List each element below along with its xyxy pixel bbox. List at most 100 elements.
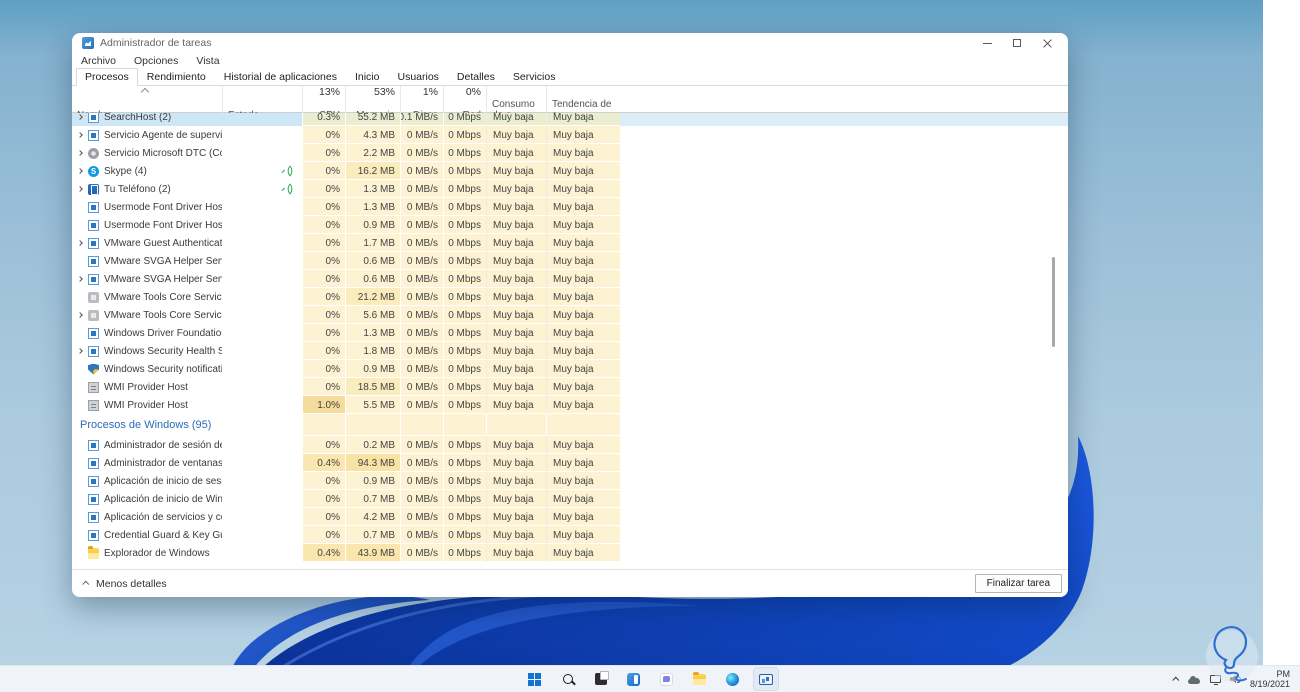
tab-inicio[interactable]: Inicio xyxy=(346,68,389,85)
expand-chevron-icon[interactable] xyxy=(77,276,83,282)
expand-chevron-icon[interactable] xyxy=(77,186,83,192)
app-process-icon xyxy=(88,219,99,231)
table-row[interactable]: Administrador de ventanas del ... 0.4%94.… xyxy=(72,454,1068,472)
task-manager-button[interactable] xyxy=(752,667,779,691)
clock-time: PM xyxy=(1276,669,1291,679)
table-row[interactable]: Skype (4)0%16.2 MB0 MB/s0 MbpsMuy bajaMu… xyxy=(72,162,1068,180)
table-row[interactable]: Windows Driver Foundation - pr... 0%1.3 M… xyxy=(72,324,1068,342)
table-row[interactable]: VMware SVGA Helper Service 0%0.6 MB0 MB/s… xyxy=(72,252,1068,270)
table-row[interactable]: VMware Tools Core Service 0% 5.6 MB 0 MB/s 0… xyxy=(72,306,1068,324)
table-row[interactable]: Usermode Font Driver Host 0% 1.3 MB 0 MB/s 0… xyxy=(72,198,1068,216)
red-cell: 0 Mbps xyxy=(443,126,486,144)
explorer-button[interactable] xyxy=(687,667,713,691)
process-name-cell: Aplicación de servicios y contro... xyxy=(72,508,222,526)
table-row[interactable]: Servicio Microsoft DTC (Coordin... 0%2.2 … xyxy=(72,144,1068,162)
expand-chevron-icon[interactable] xyxy=(77,312,83,318)
title-bar[interactable]: Administrador de tareas xyxy=(72,33,1068,53)
tray-chevron-up-icon[interactable] xyxy=(1172,676,1180,684)
expand-chevron-icon[interactable] xyxy=(77,114,83,120)
table-row[interactable]: Aplicación de inicio de Windows0%0.7 MB0… xyxy=(72,490,1068,508)
expand-chevron-icon[interactable] xyxy=(77,168,83,174)
menu-vista[interactable]: Vista xyxy=(196,55,219,67)
process-group-header[interactable]: Procesos de Windows (95) xyxy=(72,414,1068,436)
start-button[interactable] xyxy=(522,667,548,691)
network-icon[interactable] xyxy=(1209,675,1221,685)
task-view-button[interactable] xyxy=(588,667,614,691)
end-task-button[interactable]: Finalizar tarea xyxy=(974,574,1062,593)
table-row[interactable]: Servicio Agente de supervisión ... 0%4.3 … xyxy=(72,126,1068,144)
task-manager-window: Administrador de tareas Archivo Opciones… xyxy=(72,33,1068,597)
cpu-cell: 0.3% xyxy=(302,113,345,126)
tab-servicios[interactable]: Servicios xyxy=(504,68,565,85)
table-row[interactable]: Windows Security Health Service0%1.8 MB0… xyxy=(72,342,1068,360)
clock[interactable]: PM 8/19/2021 xyxy=(1250,669,1294,689)
estado-cell xyxy=(222,490,302,508)
app-process-icon xyxy=(88,129,99,141)
table-row[interactable]: VMware Guest Authentication S... 0%1.7 MB… xyxy=(72,234,1068,252)
cpu-cell: 0% xyxy=(302,324,345,342)
estado-cell xyxy=(222,526,302,544)
expand-chevron-icon[interactable] xyxy=(77,132,83,138)
volume-icon[interactable] xyxy=(1229,675,1241,683)
table-row[interactable]: WMI Provider Host 0% 18.5 MB 0 MB/s 0 Mbps Mu… xyxy=(72,378,1068,396)
memoria-cell: 0.7 MB xyxy=(345,526,400,544)
table-row[interactable]: Windows Security notification i... 0%0.9 … xyxy=(72,360,1068,378)
table-row[interactable]: Credential Guard & Key Guard 0%0.7 MB0 MB… xyxy=(72,526,1068,544)
menu-opciones[interactable]: Opciones xyxy=(134,55,178,67)
task-view-icon xyxy=(594,671,609,685)
estado-cell xyxy=(222,472,302,490)
memoria-cell: 0.9 MB xyxy=(345,216,400,234)
tendencia-cell: Muy baja xyxy=(546,378,620,396)
table-row[interactable]: Aplicación de inicio de sesión d... 0%0.9… xyxy=(72,472,1068,490)
edge-button[interactable] xyxy=(720,667,746,691)
table-row[interactable]: VMware SVGA Helper Service 0%0.6 MB0 MB/s… xyxy=(72,270,1068,288)
tab-historial-de-aplicaciones[interactable]: Historial de aplicaciones xyxy=(215,68,346,85)
minimize-button[interactable] xyxy=(972,34,1002,52)
table-row[interactable]: Aplicación de servicios y contro... 0%4.2… xyxy=(72,508,1068,526)
process-name-cell: Administrador de ventanas del ... xyxy=(72,454,222,472)
consumo-cell: Muy baja xyxy=(486,306,546,324)
table-row[interactable]: Administrador de sesión de Win... 0%0.2 M… xyxy=(72,436,1068,454)
table-row[interactable]: Usermode Font Driver Host 0% 0.9 MB 0 MB/s 0… xyxy=(72,216,1068,234)
estado-cell xyxy=(222,360,302,378)
tab-detalles[interactable]: Detalles xyxy=(448,68,504,85)
cpu-cell: 0% xyxy=(302,436,345,454)
app-process-icon xyxy=(88,237,99,249)
cpu-cell: 0.4% xyxy=(302,454,345,472)
table-row[interactable]: WMI Provider Host 1.0% 5.5 MB 0 MB/s 0 Mbps M… xyxy=(72,396,1068,414)
search-button[interactable] xyxy=(555,667,581,691)
disco-cell: 0 MB/s xyxy=(400,396,443,414)
process-name-cell: Explorador de Windows xyxy=(72,544,222,562)
table-row[interactable]: SearchHost (2) 0.3% 55.2 MB 0.1 MB/s 0 Mbps M… xyxy=(72,113,1068,126)
scrollbar-thumb[interactable] xyxy=(1052,257,1055,347)
table-row[interactable]: Explorador de Windows 0.4% 43.9 MB 0 MB/s 0 … xyxy=(72,544,1068,562)
widgets-button[interactable] xyxy=(621,667,647,691)
table-row[interactable]: VMware Tools Core Service 0% 21.2 MB 0 MB/s… xyxy=(72,288,1068,306)
chat-button[interactable] xyxy=(654,667,680,691)
memoria-cell: 4.2 MB xyxy=(345,508,400,526)
cpu-cell: 0% xyxy=(302,216,345,234)
cpu-cell: 0% xyxy=(302,378,345,396)
tendencia-cell: Muy baja xyxy=(546,162,620,180)
tendencia-cell: Muy baja xyxy=(546,454,620,472)
expand-chevron-icon[interactable] xyxy=(77,348,83,354)
tab-procesos[interactable]: Procesos xyxy=(76,68,138,86)
less-details-toggle[interactable]: Menos detalles xyxy=(82,578,167,590)
tendencia-cell: Muy baja xyxy=(546,234,620,252)
consumo-cell: Muy baja xyxy=(486,144,546,162)
consumo-cell: Muy baja xyxy=(486,472,546,490)
expand-chevron-icon[interactable] xyxy=(77,240,83,246)
process-name-cell: VMware SVGA Helper Service xyxy=(72,252,222,270)
tab-rendimiento[interactable]: Rendimiento xyxy=(138,68,215,85)
menu-archivo[interactable]: Archivo xyxy=(81,55,116,67)
tab-usuarios[interactable]: Usuarios xyxy=(388,68,447,85)
consumo-cell: Muy baja xyxy=(486,234,546,252)
estado-cell xyxy=(222,288,302,306)
close-button[interactable] xyxy=(1032,34,1062,52)
process-name: Tu Teléfono (2) xyxy=(104,183,171,195)
table-row[interactable]: Tu Teléfono (2) 0% 1.3 MB 0 MB/s 0 Mbps Muy b… xyxy=(72,180,1068,198)
expand-chevron-icon[interactable] xyxy=(77,150,83,156)
process-name-cell: Usermode Font Driver Host xyxy=(72,216,222,234)
onedrive-cloud-icon[interactable] xyxy=(1187,675,1201,684)
maximize-button[interactable] xyxy=(1002,34,1032,52)
